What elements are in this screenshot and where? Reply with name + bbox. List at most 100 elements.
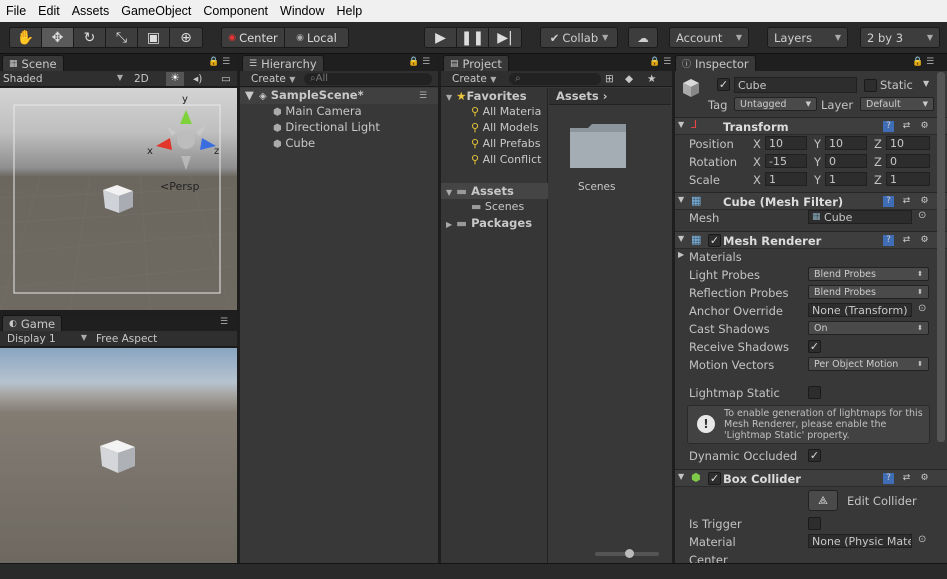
hierarchy-item-main-camera[interactable]: ⬢ Main Camera [273, 104, 362, 118]
favorite-item-materials[interactable]: ⚲ All Materia [471, 105, 541, 118]
game-viewport[interactable] [0, 348, 237, 563]
layout-dropdown[interactable]: 2 by 3 ▼ [860, 27, 940, 48]
object-picker-icon[interactable]: ⊙ [918, 210, 926, 221]
layers-dropdown[interactable]: Layers ▼ [767, 27, 848, 48]
favorite-item-prefabs[interactable]: ⚲ All Prefabs [471, 137, 541, 150]
help-book-icon[interactable]: ? [883, 196, 894, 207]
scale-x-field[interactable]: 1 [765, 172, 807, 186]
display-dropdown[interactable]: Display 1 ▼ [7, 333, 87, 345]
physic-material-field[interactable]: None (Physic Mate [808, 534, 912, 548]
preset-icon[interactable]: ⇄ [901, 196, 912, 207]
settings-gear-icon[interactable]: ⚙ [919, 196, 930, 207]
shading-dropdown[interactable]: Shaded ▼ [3, 73, 123, 85]
object-picker-icon[interactable]: ⊙ [918, 303, 926, 314]
create-dropdown[interactable]: Create ▼ [452, 73, 496, 85]
pivot-local-button[interactable]: ◉ Local [285, 28, 348, 47]
favorites-node[interactable]: ▼ ★Favorites [446, 89, 527, 103]
scale-z-label[interactable]: Z [874, 173, 882, 187]
reflection-probes-dropdown[interactable]: Blend Probes ⬍ [808, 285, 929, 299]
tab-menu-icon[interactable]: 🔒 ☰ [912, 57, 934, 67]
materials-label[interactable]: Materials [689, 250, 742, 264]
pivot-center-button[interactable]: ◉ Center [222, 28, 285, 47]
effects-toggle-icon[interactable]: ▭ [221, 73, 231, 85]
menu-help[interactable]: Help [330, 4, 368, 18]
favorite-item-models[interactable]: ⚲ All Models [471, 121, 538, 134]
active-checkbox[interactable]: ✓ [717, 78, 730, 91]
filter-type-icon[interactable]: ⊞ [605, 73, 614, 85]
foldout-icon[interactable]: ▼ [678, 120, 684, 129]
step-icon[interactable]: ▶| [489, 28, 521, 47]
tag-dropdown[interactable]: Untagged ▼ [734, 97, 817, 111]
scene-expand-icon[interactable]: ▼ [245, 88, 254, 102]
aspect-dropdown[interactable]: Free Aspect [96, 333, 157, 345]
dynamic-occluded-checkbox[interactable]: ✓ [808, 449, 821, 462]
position-x-label[interactable]: X [753, 137, 761, 151]
mesh-renderer-header[interactable]: ▼ ▦ ✓ Mesh Renderer ? ⇄ ⚙ [675, 231, 947, 249]
lightmap-static-checkbox[interactable] [808, 386, 821, 399]
anchor-override-field[interactable]: None (Transform) [808, 303, 912, 317]
object-picker-icon[interactable]: ⊙ [918, 534, 926, 545]
menu-assets[interactable]: Assets [66, 4, 116, 18]
foldout-icon[interactable]: ▼ [678, 472, 684, 481]
scale-y-label[interactable]: Y [814, 173, 821, 187]
help-book-icon[interactable]: ? [883, 235, 894, 246]
is-trigger-checkbox[interactable] [808, 517, 821, 530]
tab-menu-icon[interactable]: 🔒 ☰ [649, 57, 671, 67]
gizmo-x-label[interactable]: x [147, 146, 153, 157]
menu-component[interactable]: Component [197, 4, 274, 18]
lighting-toggle-icon[interactable]: ☀ [166, 71, 184, 86]
rotation-y-field[interactable]: 0 [825, 154, 867, 168]
pause-icon[interactable]: ❚❚ [457, 28, 489, 47]
tab-menu-icon[interactable]: 🔒 ☰ [208, 57, 230, 67]
gizmo-y-label[interactable]: y [182, 94, 188, 105]
packages-node[interactable]: ▶ ▬ Packages [446, 216, 532, 230]
settings-gear-icon[interactable]: ⚙ [919, 473, 930, 484]
favorite-item-conflicts[interactable]: ⚲ All Conflict [471, 153, 541, 166]
favorite-star-icon[interactable]: ★ [647, 73, 656, 85]
position-x-field[interactable]: 10 [765, 136, 807, 150]
scene-root[interactable]: ◈ SampleScene* [259, 88, 364, 102]
settings-gear-icon[interactable]: ⚙ [919, 235, 930, 246]
preset-icon[interactable]: ⇄ [901, 121, 912, 132]
box-collider-enabled-checkbox[interactable]: ✓ [708, 472, 721, 485]
tab-project[interactable]: ▤ Project [443, 55, 509, 71]
settings-gear-icon[interactable]: ⚙ [919, 121, 930, 132]
help-book-icon[interactable]: ? [883, 473, 894, 484]
position-z-label[interactable]: Z [874, 137, 882, 151]
menu-gameobject[interactable]: GameObject [115, 4, 197, 18]
rotation-x-label[interactable]: X [753, 155, 761, 169]
inspector-scrollbar[interactable] [937, 72, 945, 442]
account-dropdown[interactable]: Account ▼ [669, 27, 749, 48]
rotation-z-field[interactable]: 0 [886, 154, 930, 168]
assets-node[interactable]: ▼ ▬ Assets [446, 184, 514, 198]
scale-x-label[interactable]: X [753, 173, 761, 187]
menu-file[interactable]: File [0, 4, 32, 18]
hierarchy-search-input[interactable]: ⌕All [304, 72, 432, 85]
static-checkbox[interactable] [864, 79, 877, 92]
folder-large-icon[interactable] [568, 122, 628, 172]
hierarchy-item-directional-light[interactable]: ⬢ Directional Light [273, 120, 380, 134]
tab-inspector[interactable]: ⓘ Inspector [675, 55, 756, 71]
mesh-renderer-enabled-checkbox[interactable]: ✓ [708, 234, 721, 247]
receive-shadows-checkbox[interactable]: ✓ [808, 340, 821, 353]
tab-game[interactable]: ◐ Game [2, 315, 63, 331]
hierarchy-item-cube[interactable]: ⬢ Cube [273, 136, 315, 150]
chevron-down-icon[interactable]: ▼ [923, 79, 929, 88]
position-z-field[interactable]: 10 [886, 136, 930, 150]
transform-header[interactable]: ▼ ⅃ Transform ? ⇄ ⚙ [675, 117, 947, 135]
rotation-x-field[interactable]: -15 [765, 154, 807, 168]
scale-y-field[interactable]: 1 [825, 172, 867, 186]
2d-toggle[interactable]: 2D [134, 73, 149, 85]
mesh-filter-header[interactable]: ▼ ▦ Cube (Mesh Filter) ? ⇄ ⚙ [675, 192, 947, 210]
hand-tool-icon[interactable]: ✋ [10, 28, 42, 47]
foldout-icon[interactable]: ▼ [678, 195, 684, 204]
scale-z-field[interactable]: 1 [886, 172, 930, 186]
gizmo-z-label[interactable]: z [214, 146, 219, 157]
play-icon[interactable]: ▶ [425, 28, 457, 47]
cast-shadows-dropdown[interactable]: On ⬍ [808, 321, 929, 335]
rotation-z-label[interactable]: Z [874, 155, 882, 169]
asset-folder-label[interactable]: Scenes [578, 181, 615, 193]
create-dropdown[interactable]: Create ▼ [251, 73, 295, 85]
preset-icon[interactable]: ⇄ [901, 235, 912, 246]
help-book-icon[interactable]: ? [883, 121, 894, 132]
